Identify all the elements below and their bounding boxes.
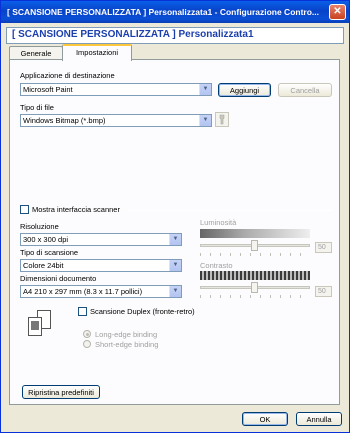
page-picture <box>31 321 39 330</box>
divider <box>128 210 333 211</box>
doc-size-label: Dimensioni documento <box>20 274 97 283</box>
filetype-select[interactable]: Windows Bitmap (*.bmp) ▼ <box>20 114 212 127</box>
scan-type-value: Colore 24bit <box>23 261 64 270</box>
doc-size-select[interactable]: A4 210 x 297 mm (8.3 x 11.7 pollici) ▼ <box>20 285 182 298</box>
profile-header: [ SCANSIONE PERSONALIZZATA ] Personalizz… <box>6 27 344 44</box>
brightness-label: Luminosità <box>200 218 237 227</box>
dialog-window: [ SCANSIONE PERSONALIZZATA ] Personalizz… <box>0 0 350 433</box>
contrast-slider[interactable] <box>251 282 258 293</box>
ok-button[interactable]: OK <box>242 412 288 426</box>
scanner-ui-checkbox[interactable] <box>20 205 29 214</box>
chevron-down-icon[interactable]: ▼ <box>169 286 181 297</box>
duplex-checkbox[interactable] <box>78 307 87 316</box>
title-bar[interactable]: [ SCANSIONE PERSONALIZZATA ] Personalizz… <box>1 1 349 23</box>
contrast-ticks <box>200 295 310 298</box>
page-front-icon <box>28 317 42 336</box>
short-edge-radio[interactable] <box>83 340 91 348</box>
resolution-select[interactable]: 300 x 300 dpi ▼ <box>20 233 182 246</box>
destination-label: Applicazione di destinazione <box>20 71 115 80</box>
brightness-value[interactable]: 50 <box>315 242 332 253</box>
restore-defaults-button[interactable]: Ripristina predefiniti <box>22 385 100 399</box>
doc-size-value: A4 210 x 297 mm (8.3 x 11.7 pollici) <box>23 287 143 296</box>
chevron-down-icon[interactable]: ▼ <box>169 234 181 245</box>
wrench-icon <box>219 114 225 125</box>
tab-impostazioni[interactable]: Impostazioni <box>62 44 132 61</box>
contrast-value[interactable]: 50 <box>315 286 332 297</box>
long-edge-radio[interactable] <box>83 330 91 338</box>
destination-select[interactable]: Microsoft Paint ▼ <box>20 83 212 96</box>
duplex-document-icon <box>28 310 56 344</box>
scan-type-select[interactable]: Colore 24bit ▼ <box>20 259 182 272</box>
brightness-slider[interactable] <box>251 240 258 251</box>
resolution-label: Risoluzione <box>20 222 59 231</box>
contrast-label: Contrasto <box>200 261 233 270</box>
add-button[interactable]: Aggiungi <box>218 83 271 97</box>
chevron-down-icon[interactable]: ▼ <box>199 84 211 95</box>
delete-button[interactable]: Cancella <box>278 83 332 97</box>
window-title: [ SCANSIONE PERSONALIZZATA ] Personalizz… <box>7 7 319 17</box>
settings-panel: Applicazione di destinazione Microsoft P… <box>9 59 340 405</box>
chevron-down-icon[interactable]: ▼ <box>199 115 211 126</box>
scanner-ui-label: Mostra interfaccia scanner <box>32 205 120 214</box>
filetype-value: Windows Bitmap (*.bmp) <box>23 116 106 125</box>
long-edge-label: Long-edge binding <box>95 330 158 339</box>
destination-value: Microsoft Paint <box>23 85 73 94</box>
filetype-label: Tipo di file <box>20 103 54 112</box>
file-options-button[interactable] <box>215 112 229 127</box>
brightness-gradient <box>200 229 310 238</box>
resolution-value: 300 x 300 dpi <box>23 235 69 244</box>
contrast-pattern <box>200 271 310 280</box>
short-edge-label: Short-edge binding <box>95 340 159 349</box>
chevron-down-icon[interactable]: ▼ <box>169 260 181 271</box>
tab-generale[interactable]: Generale <box>9 46 63 60</box>
duplex-label: Scansione Duplex (fronte-retro) <box>90 307 195 316</box>
brightness-ticks <box>200 253 310 256</box>
close-icon[interactable]: ✕ <box>329 4 346 20</box>
cancel-button[interactable]: Annulla <box>296 412 342 426</box>
scan-type-label: Tipo di scansione <box>20 248 79 257</box>
